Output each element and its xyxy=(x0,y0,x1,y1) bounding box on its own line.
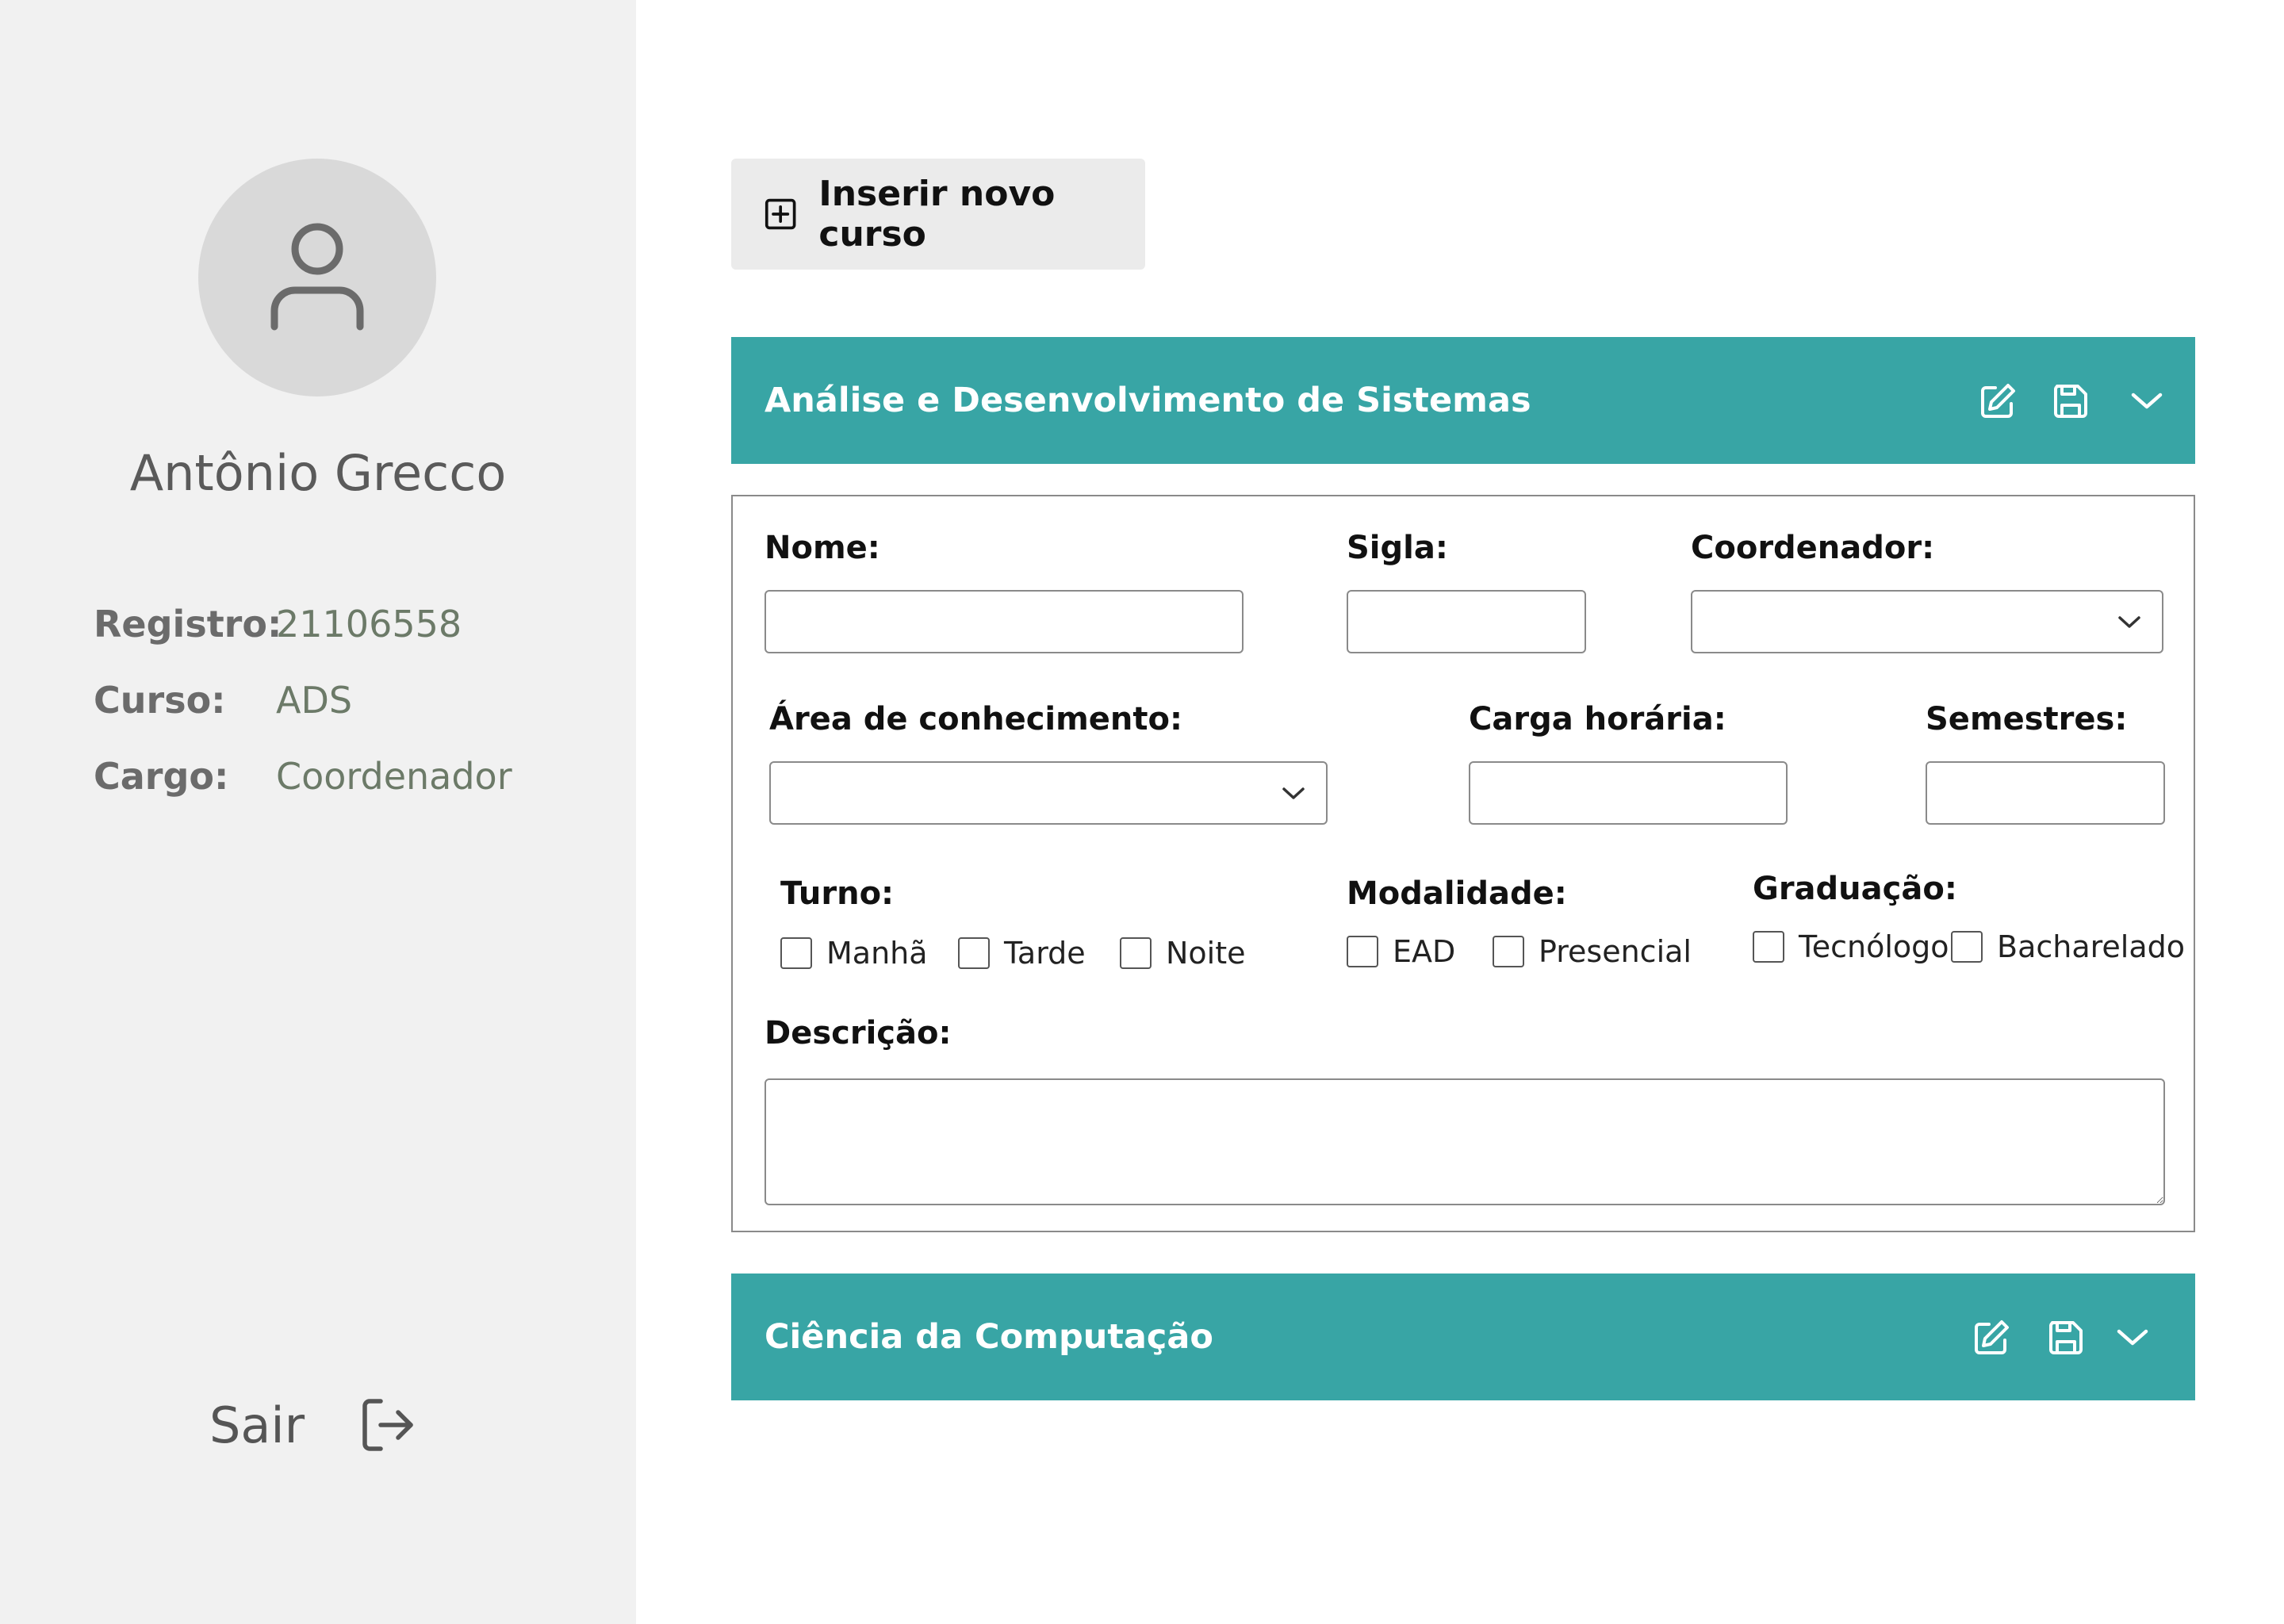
checkbox-tarde[interactable]: Tarde xyxy=(958,936,1086,971)
sigla-label: Sigla: xyxy=(1347,530,1448,566)
area-select[interactable] xyxy=(769,761,1328,825)
checkbox-noite[interactable]: Noite xyxy=(1120,936,1246,971)
modalidade-label: Modalidade: xyxy=(1347,875,1567,912)
checkbox-bacharelado[interactable]: Bacharelado xyxy=(1951,929,2185,964)
coordenador-select[interactable] xyxy=(1691,590,2163,653)
plus-square-icon xyxy=(765,198,796,230)
chevron-down-icon[interactable] xyxy=(2127,381,2167,421)
chevron-down-icon xyxy=(1282,787,1305,799)
edit-icon[interactable] xyxy=(1972,1318,2011,1358)
checkbox-label: Tarde xyxy=(1004,936,1086,971)
nome-input[interactable] xyxy=(765,590,1244,653)
checkbox-presencial[interactable]: Presencial xyxy=(1493,934,1692,969)
coordenador-label: Coordenador: xyxy=(1691,530,1935,566)
nome-label: Nome: xyxy=(765,530,880,566)
save-icon[interactable] xyxy=(2051,381,2090,421)
course-form: Nome: Sigla: Coordenador: Área de conhec… xyxy=(731,495,2195,1232)
avatar xyxy=(198,159,436,396)
info-value: ADS xyxy=(276,679,353,722)
checkbox-label: Tecnólogo xyxy=(1799,929,1949,964)
checkbox-box[interactable] xyxy=(1753,931,1784,963)
graduacao-label: Graduação: xyxy=(1753,871,1957,907)
logout-label: Sair xyxy=(209,1396,305,1454)
course-header[interactable]: Análise e Desenvolvimento de Sistemas xyxy=(731,337,2195,464)
turno-label: Turno: xyxy=(780,875,895,912)
sigla-input[interactable] xyxy=(1347,590,1586,653)
checkbox-label: Bacharelado xyxy=(1997,929,2185,964)
chevron-down-icon xyxy=(2118,616,2140,628)
checkbox-box[interactable] xyxy=(1493,936,1524,967)
checkbox-label: Manhã xyxy=(826,936,928,971)
info-label: Cargo: xyxy=(94,755,229,798)
insert-course-label: Inserir novo curso xyxy=(818,174,1056,255)
user-icon xyxy=(270,223,364,331)
info-value: 21106558 xyxy=(276,603,462,645)
checkbox-label: Noite xyxy=(1166,936,1246,971)
checkbox-tecnologo[interactable]: Tecnólogo xyxy=(1753,929,1949,964)
descricao-label: Descrição: xyxy=(765,1015,952,1051)
info-row-cargo: Cargo: Coordenador xyxy=(94,749,512,804)
info-value: Coordenador xyxy=(276,755,512,798)
area-label: Área de conhecimento: xyxy=(769,701,1182,737)
descricao-textarea[interactable] xyxy=(765,1078,2165,1205)
semestres-input[interactable] xyxy=(1926,761,2165,825)
chevron-down-icon[interactable] xyxy=(2113,1318,2152,1358)
carga-input[interactable] xyxy=(1469,761,1788,825)
info-row-registro: Registro: 21106558 xyxy=(94,596,462,652)
info-label: Registro: xyxy=(94,603,282,645)
carga-label: Carga horária: xyxy=(1469,701,1726,737)
checkbox-manha[interactable]: Manhã xyxy=(780,936,928,971)
checkbox-label: EAD xyxy=(1393,934,1456,969)
checkbox-ead[interactable]: EAD xyxy=(1347,934,1455,969)
checkbox-label: Presencial xyxy=(1539,934,1692,969)
user-name: Antônio Grecco xyxy=(129,444,507,502)
sidebar: Antônio Grecco Registro: 21106558 Curso:… xyxy=(0,0,636,1624)
save-icon[interactable] xyxy=(2046,1318,2086,1358)
checkbox-box[interactable] xyxy=(780,937,812,969)
semestres-label: Semestres: xyxy=(1926,701,2128,737)
logout-icon xyxy=(362,1399,413,1451)
edit-icon[interactable] xyxy=(1978,381,2018,421)
course-header[interactable]: Ciência da Computação xyxy=(731,1274,2195,1400)
checkbox-box[interactable] xyxy=(1951,931,1983,963)
checkbox-box[interactable] xyxy=(1347,936,1378,967)
info-row-curso: Curso: ADS xyxy=(94,672,352,728)
checkbox-box[interactable] xyxy=(1120,937,1152,969)
logout-button[interactable]: Sair xyxy=(209,1389,417,1461)
checkbox-box[interactable] xyxy=(958,937,990,969)
info-label: Curso: xyxy=(94,679,226,722)
insert-course-button[interactable]: Inserir novo curso xyxy=(731,159,1145,270)
